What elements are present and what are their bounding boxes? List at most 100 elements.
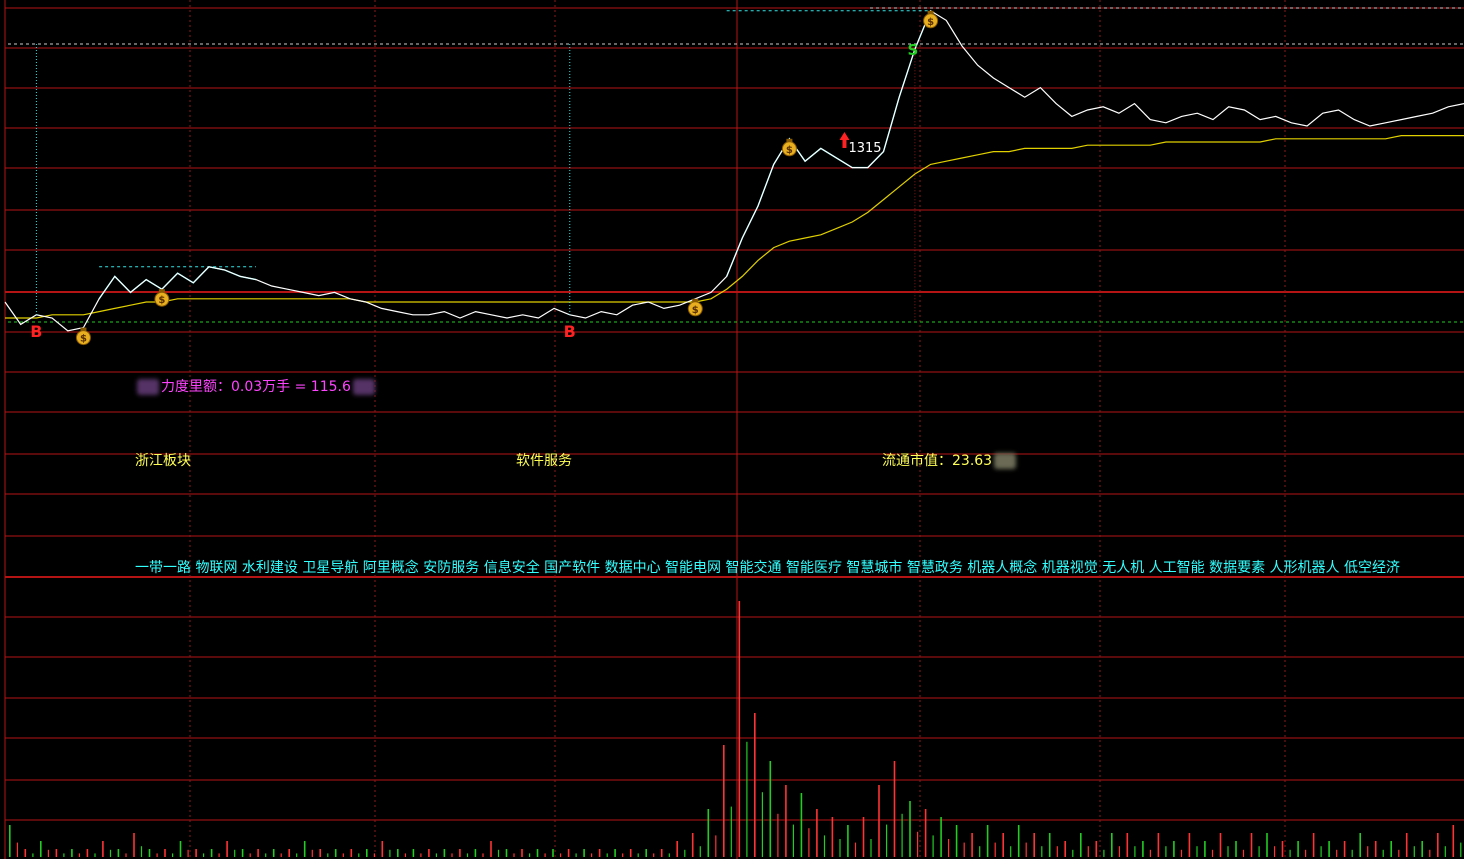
volume-bar [1281,841,1284,857]
sector-label: 浙江板块 [135,453,191,469]
volume-bar [497,849,500,857]
volume-bar [878,785,880,857]
volume-bar [459,849,461,857]
surge-line [726,10,932,277]
volume-bar [195,849,197,857]
volume-bar [1289,849,1291,857]
volume-bar [1033,833,1035,857]
volume-bar [1080,833,1082,857]
volume-bar [660,849,663,857]
volume-bar [373,853,375,857]
volume-bar [955,825,958,857]
float-cap-value: 流通市值：23.63 [882,453,993,469]
volume-bar [1274,846,1276,857]
volume-bar [761,792,763,857]
float-cap-text: 流通市值：23.63 [882,453,1018,469]
volume-bars [9,601,1462,857]
volume-bar [1421,841,1423,857]
volume-bar [715,835,717,857]
volume-bar [839,839,841,857]
surge-line [98,266,257,300]
volume-bar [1305,849,1307,857]
volume-bar [1382,849,1384,857]
volume-bar [513,853,515,857]
volume-bar [397,849,399,857]
volume-bar [800,793,803,857]
volume-bar [334,849,337,857]
volume-bar [785,785,787,857]
volume-bar [583,849,585,857]
volume-bar [102,841,104,857]
volume-bar [241,849,244,857]
volume-bar [1103,849,1105,857]
volume-bar [1405,833,1408,857]
volume-bar [203,853,205,857]
surge-line-layer [98,10,932,300]
volume-bar [366,849,368,857]
volume-bar [296,853,298,857]
volume-bar [435,853,437,857]
volume-bar [730,806,732,857]
volume-bar [63,853,65,857]
volume-bar [1320,846,1322,857]
volume-bar [1165,846,1167,857]
volume-bar [979,846,981,857]
volume-bar [769,761,772,857]
volume-bar [55,849,58,857]
volume-bar [963,842,965,857]
volume-bar [1374,841,1377,857]
volume-bar [1204,841,1206,857]
volume-bar [125,853,127,857]
volume-bar [327,853,329,857]
volume-bar [808,828,810,857]
volume-bar [1297,841,1299,857]
intraday-chart[interactable]: B B S $ $ $ $ $1315 [0,0,1464,859]
volume-bar [358,853,360,857]
sell-signal-icon: S [908,41,919,59]
volume-bar [536,849,539,857]
volume-bar [622,853,624,857]
concept-tags: 一带一路 物联网 水利建设 卫星导航 阿里概念 安防服务 信息安全 国产软件 数… [135,560,1400,576]
volume-bar [319,849,321,857]
volume-bar [1180,849,1183,857]
volume-bar [179,841,182,857]
volume-bar [746,741,748,857]
volume-bar [451,853,453,857]
volume-bar [404,853,406,857]
volume-bar [932,835,934,857]
industry-label: 软件服务 [516,453,572,469]
volume-bar [521,849,523,857]
volume-bar [350,849,353,857]
volume-bar [971,833,973,857]
volume-bar [1173,841,1175,857]
volume-bar [560,853,562,857]
volume-bar [140,846,143,857]
volume-bar [272,849,275,857]
volume-bar [1149,849,1151,857]
volume-bar [226,841,228,857]
volume-bar [792,824,794,857]
volume-bar [288,849,290,857]
volume-bar [109,849,112,857]
volume-bar [668,853,670,857]
volume-bar [1235,841,1237,857]
volume-bar [1017,825,1020,857]
volume-bar [187,849,189,857]
volume-bar [544,853,546,857]
volume-bar [24,849,27,857]
volume-bar [1312,833,1315,857]
avg-price-line [5,135,1464,319]
volume-bar [381,841,384,857]
volume-bar [1359,833,1361,857]
volume-bar [699,846,701,857]
volume-bar [1343,841,1346,857]
avg-price-line-layer [5,135,1464,319]
volume-bar [280,853,282,857]
volume-bar [909,801,911,857]
volume-bar [948,839,950,857]
volume-bar [133,833,135,857]
volume-bar [1452,825,1455,857]
volume-bar [1041,846,1043,857]
volume-bar [994,842,996,857]
volume-bar [78,853,80,857]
